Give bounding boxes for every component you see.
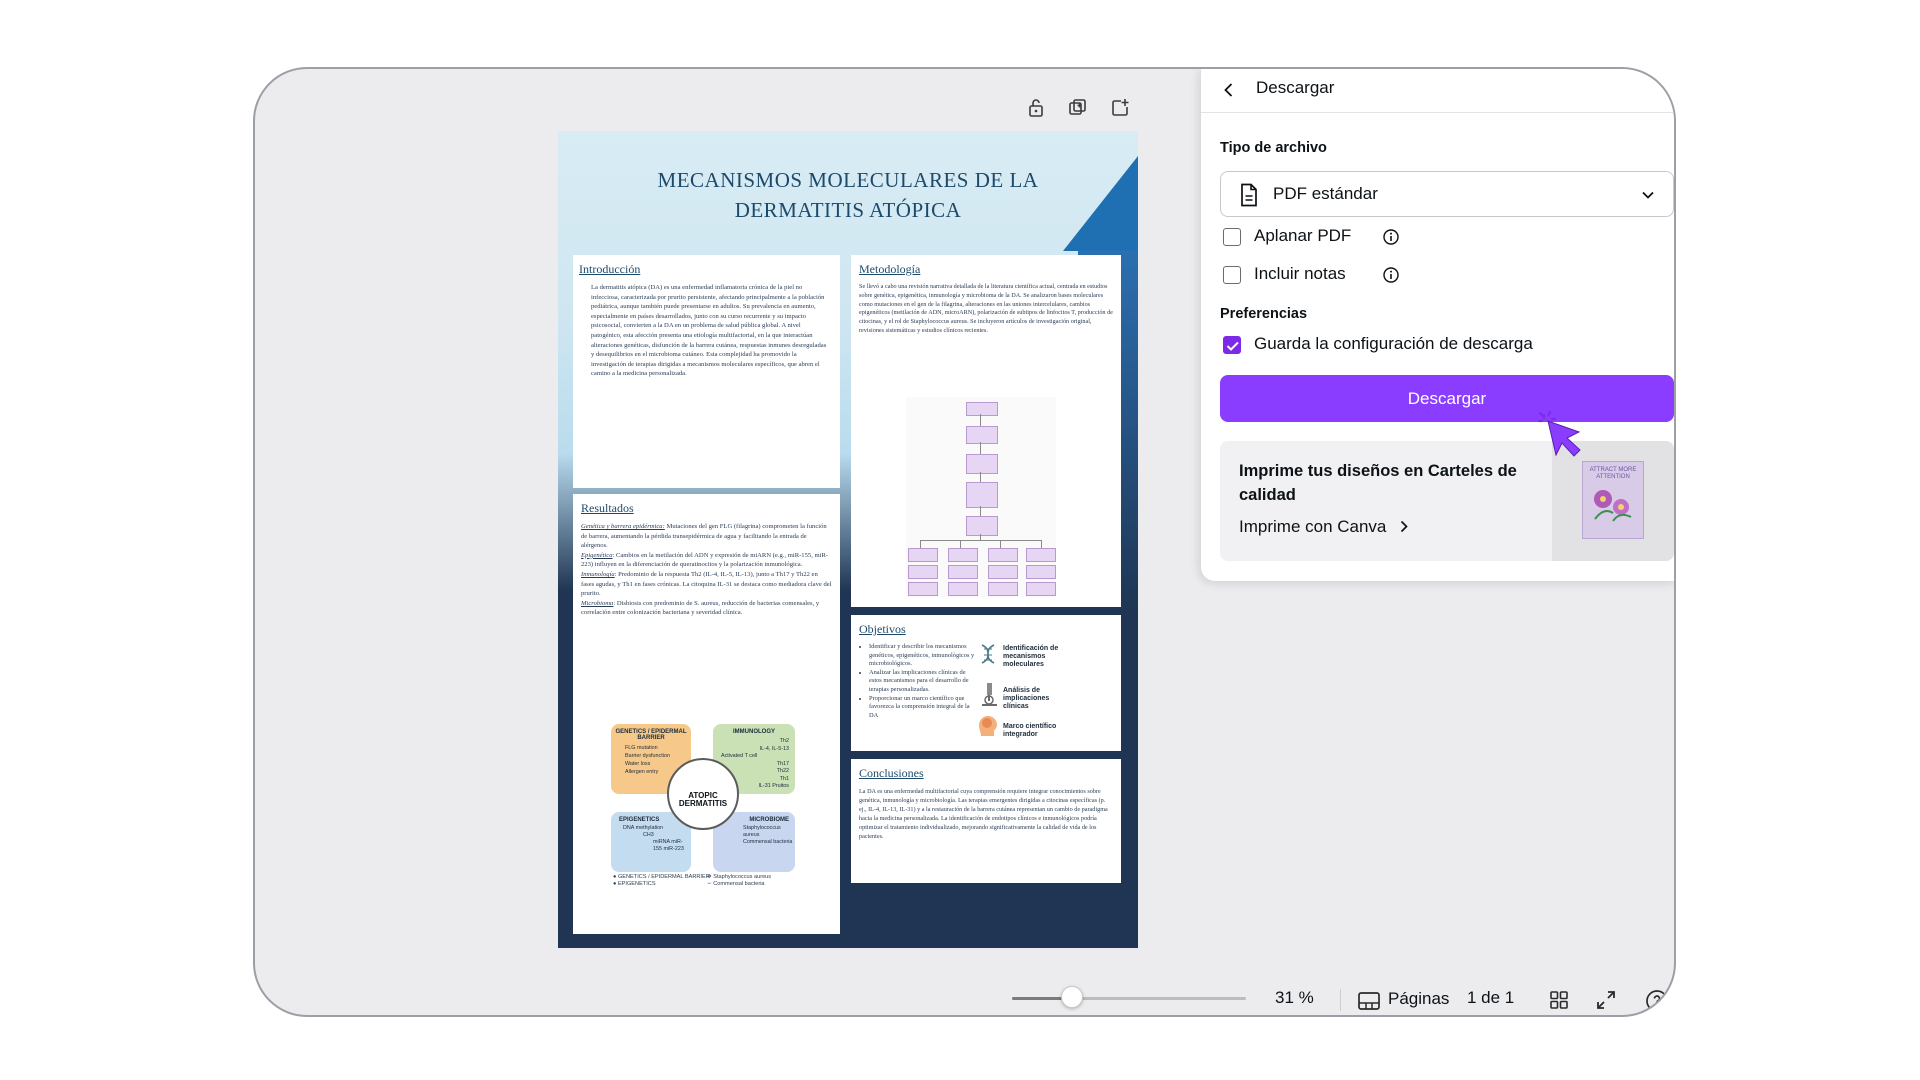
- print-promo-card[interactable]: Imprime tus diseños en Carteles de calid…: [1220, 441, 1674, 561]
- include-notes-label: Incluir notas: [1254, 264, 1346, 283]
- microscope-icon: [979, 681, 999, 712]
- objectives-heading: Objetivos: [859, 622, 906, 636]
- click-cursor-icon: [1538, 410, 1581, 457]
- flatten-pdf-label: Aplanar PDF: [1254, 226, 1352, 245]
- file-type-select[interactable]: PDF estándar: [1220, 171, 1674, 217]
- poster-canvas[interactable]: MECANISMOS MOLECULARES DE LA DERMATITIS …: [558, 131, 1138, 948]
- objective-step: Análisis de implicaciones clínicas: [1003, 687, 1050, 710]
- conclusions-text: La DA es una enfermedad multifactorial c…: [859, 788, 1108, 840]
- pages-icon: [1358, 992, 1380, 1010]
- document-icon: [1241, 183, 1257, 207]
- objectives-section: Objetivos Identificar y describir los me…: [851, 615, 1121, 751]
- dna-icon: [979, 643, 997, 676]
- save-config-label: Guarda la configuración de descarga: [1254, 334, 1533, 353]
- conclusions-heading: Conclusiones: [859, 766, 924, 780]
- atopic-dermatitis-diagram: GENETICS / EPIDERMAL BARRIER FLG mutatio…: [611, 724, 796, 889]
- zoom-slider-handle[interactable]: [1061, 986, 1083, 1008]
- duplicate-icon[interactable]: [1067, 97, 1089, 119]
- objective-item: Proporcionar un marco científico que fav…: [869, 695, 977, 721]
- panel-title: Descargar: [1256, 78, 1335, 97]
- atopic-dermatitis-center: ATOPIC DERMATITIS: [667, 758, 739, 830]
- diagram-legend-right: ✲ Staphylococcus aureus ∽ Commensal bact…: [707, 874, 772, 887]
- checkmark-icon: [1226, 341, 1239, 351]
- results-item: Inmunología: Predominio de la respuesta …: [581, 570, 832, 598]
- fullscreen-icon[interactable]: [1596, 990, 1616, 1015]
- results-heading: Resultados: [581, 501, 634, 515]
- methodology-text: Se llevó a cabo una revisión narrativa d…: [859, 283, 1113, 334]
- preferences-label: Preferencias: [1220, 306, 1308, 322]
- divider: [1340, 989, 1341, 1011]
- methodology-heading: Metodología: [859, 262, 921, 276]
- bottom-bar: 31 % Páginas 1 de 1: [255, 981, 1674, 1015]
- intro-heading: Introducción: [579, 262, 641, 276]
- help-icon[interactable]: [1645, 989, 1669, 1015]
- poster-thumbnail: ATTRACT MORE ATTENTION: [1582, 461, 1644, 539]
- results-item: Genética y barrera epidérmica: Mutacione…: [581, 523, 827, 550]
- intro-section: Introducción La dermatitis atópica (DA) …: [573, 255, 840, 488]
- zoom-level[interactable]: 31 %: [1275, 988, 1314, 1008]
- back-chevron-icon[interactable]: [1221, 82, 1237, 98]
- download-panel: Descargar Tipo de archivo PDF estándar A…: [1201, 69, 1674, 581]
- info-icon[interactable]: [1383, 267, 1399, 283]
- pages-label: Páginas: [1388, 989, 1450, 1008]
- objective-step: Identificación de mecanismos moleculares: [1003, 645, 1059, 668]
- download-panel-header: Descargar: [1201, 69, 1674, 113]
- include-notes-checkbox[interactable]: [1223, 266, 1241, 284]
- poster-thumbnail-text: ATTRACT MORE ATTENTION: [1589, 467, 1637, 480]
- device-frame: MECANISMOS MOLECULARES DE LA DERMATITIS …: [253, 67, 1676, 1017]
- page-count: 1 de 1: [1467, 988, 1515, 1007]
- objectives-list: Identificar y describir los mecanismos g…: [859, 643, 977, 720]
- promo-title: Imprime tus diseños en Carteles de calid…: [1239, 462, 1517, 504]
- download-button[interactable]: Descargar: [1220, 375, 1674, 422]
- file-type-value: PDF estándar: [1273, 184, 1378, 203]
- chevron-right-icon: [1401, 520, 1408, 533]
- intro-text: La dermatitis atópica (DA) es una enferm…: [591, 284, 827, 378]
- add-page-icon[interactable]: [1109, 97, 1131, 119]
- save-config-checkbox[interactable]: [1223, 336, 1241, 354]
- flatten-pdf-checkbox[interactable]: [1223, 228, 1241, 246]
- objective-item: Identificar y describir los mecanismos g…: [869, 643, 977, 669]
- file-type-label: Tipo de archivo: [1220, 140, 1327, 156]
- results-item: Epigenética: Cambios en la metilación de…: [581, 551, 829, 569]
- flower-illustration: [1594, 490, 1632, 522]
- poster-title: MECANISMOS MOLECULARES DE LA DERMATITIS …: [657, 168, 1039, 222]
- brain-head-icon: [977, 714, 999, 745]
- page-toolbar: [1025, 97, 1131, 119]
- methodology-section: Metodología Se llevó a cabo una revisión…: [851, 255, 1121, 607]
- info-icon[interactable]: [1383, 229, 1399, 245]
- objective-item: Analizar las implicaciones clínicas de e…: [869, 669, 977, 695]
- methodology-flowchart: [906, 397, 1056, 597]
- grid-view-icon[interactable]: [1549, 990, 1569, 1015]
- results-item: Microbioma: Disbiosis con predominio de …: [581, 599, 820, 617]
- objective-step: Marco científico integrador: [1003, 723, 1057, 738]
- diagram-legend-left: ● GENETICS / EPIDERMAL BARRIER ● EPIGENE…: [613, 874, 710, 887]
- chevron-down-icon: [1642, 191, 1654, 199]
- results-section: Resultados Genética y barrera epidérmica…: [573, 494, 840, 934]
- lock-icon[interactable]: [1025, 97, 1047, 119]
- conclusions-section: Conclusiones La DA es una enfermedad mul…: [851, 759, 1121, 883]
- print-with-canva-link[interactable]: Imprime con Canva: [1239, 517, 1409, 537]
